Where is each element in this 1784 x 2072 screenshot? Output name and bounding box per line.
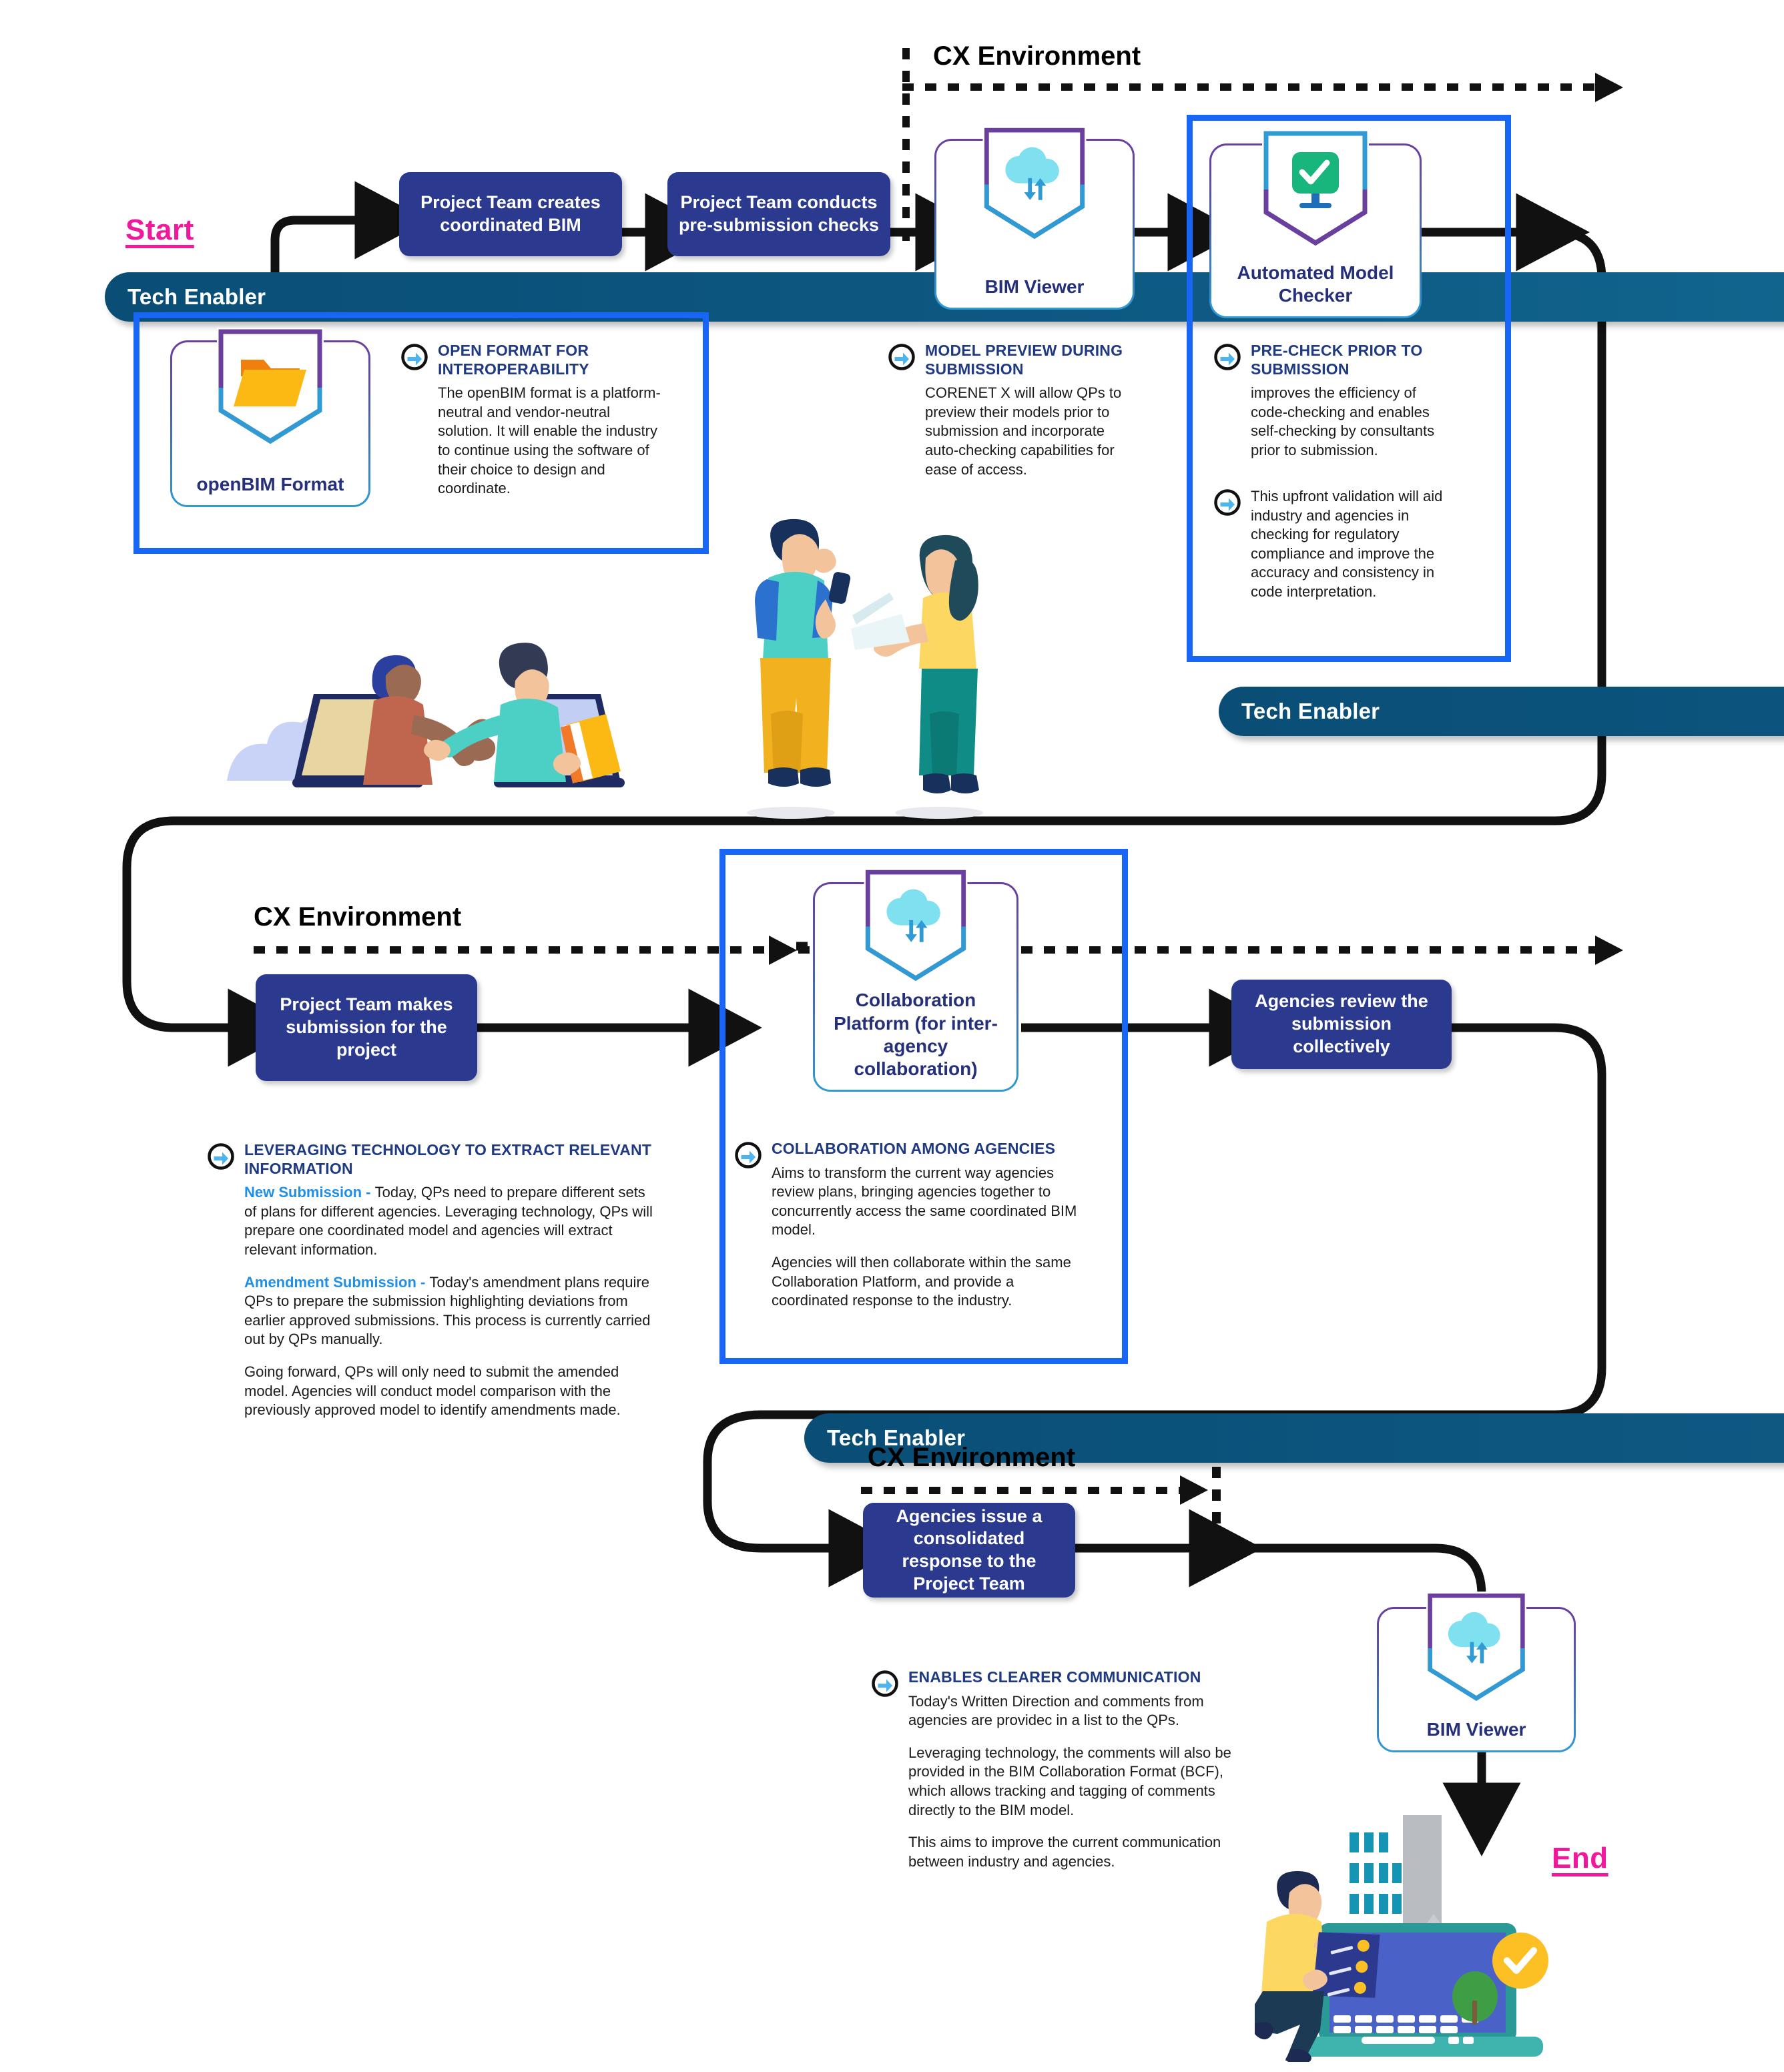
step-makes-submission[interactable]: Project Team makes submission for the pr…: [256, 974, 477, 1081]
callout-paragraph: The openBIM format is a platform-neutral…: [438, 384, 661, 497]
callout-paragraph: Agencies will then collaborate within th…: [772, 1253, 1071, 1309]
arrow-bullet-icon: [888, 343, 916, 479]
arrow-bullet-icon: [871, 1670, 899, 1871]
step-label: Agencies issue a consolidated response t…: [896, 1505, 1043, 1594]
callout-open-format-for-interoperability: OPEN FORMAT FOR INTEROPERABILITY The ope…: [400, 342, 667, 498]
step-pre-submission-checks[interactable]: Project Team conducts pre-submission che…: [667, 172, 890, 256]
callout-paragraph: Leveraging technology, the comments will…: [908, 1744, 1231, 1818]
callout-title: LEVERAGING TECHNOLOGY TO EXTRACT RELEVAN…: [244, 1141, 652, 1177]
cx-environment-label-row1: CX Environment: [933, 41, 1141, 71]
callout-lead: Amendment Submission -: [244, 1273, 430, 1291]
callout-paragraph: improves the efficiency of code-checking…: [1251, 384, 1435, 458]
card-bim-viewer-end[interactable]: BIM Viewer: [1377, 1592, 1576, 1752]
tech-enabler-label: Tech Enabler: [1241, 699, 1380, 723]
callout-model-preview-during-submission: MODEL PREVIEW DURING SUBMISSION CORENET …: [888, 342, 1141, 479]
person-with-laptop-city-approved-illustration: [1248, 1815, 1628, 2065]
callout-paragraph: CORENET X will allow QPs to preview thei…: [925, 384, 1122, 478]
cx-boundary-vertical-row3: [1212, 1467, 1221, 1559]
step-label: Agencies review the submission collectiv…: [1255, 991, 1428, 1056]
card-label: BIM Viewer: [1426, 1718, 1526, 1740]
callout-pre-check-prior-to-submission: PRE-CHECK PRIOR TO SUBMISSION improves t…: [1213, 342, 1454, 460]
card-collaboration-platform[interactable]: Collaboration Platform (for inter-agency…: [813, 868, 1018, 1092]
folder-icon: [217, 328, 324, 448]
callout-paragraph: This aims to improve the current communi…: [908, 1834, 1221, 1870]
cx-environment-label-row3: CX Environment: [868, 1443, 1076, 1472]
callout-lead: New Submission -: [244, 1184, 375, 1201]
step-label: Project Team creates coordinated BIM: [420, 192, 601, 235]
step-label: Project Team makes submission for the pr…: [280, 994, 453, 1060]
callout-title: COLLABORATION AMONG AGENCIES: [772, 1140, 1056, 1157]
monitor-check-icon: [1262, 129, 1369, 250]
card-label: Collaboration Platform (for inter-agency…: [834, 990, 998, 1079]
callout-title: ENABLES CLEARER COMMUNICATION: [908, 1668, 1201, 1686]
arrow-bullet-icon: [400, 343, 428, 498]
callout-paragraph: Aims to transform the current way agenci…: [772, 1164, 1077, 1239]
callout-paragraph: Going forward, QPs will only need to sub…: [244, 1363, 621, 1419]
arrow-bullet-icon: [207, 1142, 235, 1420]
card-openbim-format[interactable]: openBIM Format: [170, 328, 370, 507]
callout-title: OPEN FORMAT FOR INTEROPERABILITY: [438, 342, 589, 378]
callout-title: PRE-CHECK PRIOR TO SUBMISSION: [1251, 342, 1423, 378]
cx-environment-label-row2: CX Environment: [254, 902, 462, 932]
arrow-bullet-icon: [1213, 488, 1241, 602]
callout-pre-check-second-bullet: This upfront validation will aid industr…: [1213, 487, 1454, 602]
cloud-sync-icon: [1426, 1592, 1526, 1705]
step-create-bim[interactable]: Project Team creates coordinated BIM: [399, 172, 622, 256]
card-label: openBIM Format: [196, 473, 344, 494]
card-bim-viewer-row1[interactable]: BIM Viewer: [934, 126, 1135, 310]
cx-boundary-horizontal-row1: [902, 83, 1603, 91]
callout-collaboration-among-agencies: COLLABORATION AMONG AGENCIES Aims to tra…: [734, 1140, 1095, 1311]
arrow-bullet-icon: [734, 1141, 762, 1311]
cloud-sync-icon: [864, 868, 968, 985]
step-agencies-review[interactable]: Agencies review the submission collectiv…: [1231, 980, 1452, 1069]
step-consolidated-response[interactable]: Agencies issue a consolidated response t…: [863, 1503, 1075, 1598]
two-people-with-phone-and-laptop-illustration: [731, 514, 1004, 827]
cx-boundary-horizontal-row3: [861, 1487, 1181, 1494]
arrow-bullet-icon: [1213, 343, 1241, 460]
handshake-through-laptops-illustration: [214, 601, 654, 814]
tech-enabler-label: Tech Enabler: [127, 284, 266, 309]
cx-boundary-vertical-row1: [902, 48, 910, 242]
cloud-sync-icon: [982, 126, 1087, 243]
start-marker: Start: [125, 214, 194, 246]
card-automated-model-checker[interactable]: Automated Model Checker: [1209, 129, 1422, 318]
card-label: Automated Model Checker: [1237, 262, 1394, 306]
callout-paragraph: This upfront validation will aid industr…: [1251, 488, 1443, 600]
diagram-canvas: CX Environment Start Tech Enabler openBI…: [0, 0, 1784, 2072]
card-label: BIM Viewer: [984, 276, 1085, 297]
tech-enabler-pill-model-checker[interactable]: Tech Enabler: [1219, 687, 1784, 736]
callout-leveraging-technology: LEVERAGING TECHNOLOGY TO EXTRACT RELEVAN…: [207, 1141, 661, 1420]
callout-paragraph: Today's Written Direction and comments f…: [908, 1692, 1204, 1729]
callout-enables-clearer-communication: ENABLES CLEARER COMMUNICATION Today's Wr…: [871, 1668, 1245, 1871]
step-label: Project Team conducts pre-submission che…: [678, 192, 880, 235]
callout-title: MODEL PREVIEW DURING SUBMISSION: [925, 342, 1123, 378]
